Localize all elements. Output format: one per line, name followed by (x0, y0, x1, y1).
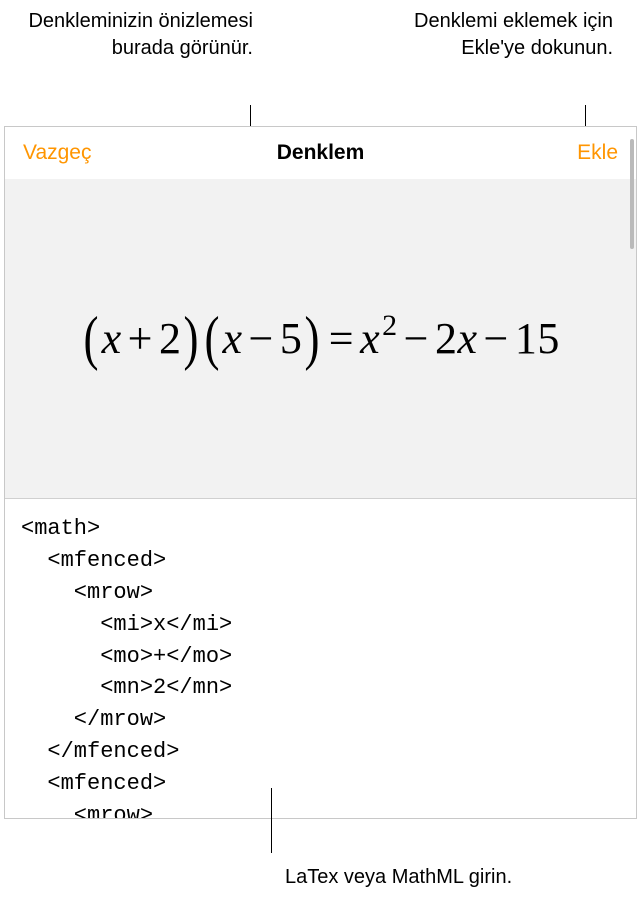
plus-op-1: + (128, 314, 153, 363)
right-paren-1: ) (184, 304, 199, 373)
var-x-2: x (222, 314, 242, 363)
callout-input: LaTex veya MathML girin. (285, 866, 512, 889)
insert-button[interactable]: Ekle (577, 141, 618, 165)
num-5: 5 (280, 314, 303, 363)
var-x-3: x (360, 314, 380, 363)
minus-op-2: − (404, 314, 429, 363)
callout-insert: Denklemi eklemek için Ekle'ye dokunun. (363, 8, 613, 62)
dialog-title: Denklem (277, 141, 365, 165)
equation-preview: (x+2)(x−5)=x2−2x−15 (81, 304, 560, 373)
coef-2: 2 (435, 314, 458, 363)
callout-line-input (271, 788, 272, 853)
equation-dialog: Vazgeç Denklem Ekle (x+2)(x−5)=x2−2x−15 … (4, 126, 637, 819)
var-x-1: x (102, 314, 122, 363)
dialog-header: Vazgeç Denklem Ekle (5, 127, 636, 179)
right-paren-2: ) (305, 304, 320, 373)
equals-op: = (329, 314, 354, 363)
cancel-button[interactable]: Vazgeç (23, 141, 92, 165)
left-paren-2: ( (205, 304, 220, 373)
var-x-4: x (457, 314, 477, 363)
equation-preview-area: (x+2)(x−5)=x2−2x−15 (5, 179, 636, 499)
minus-op-3: − (484, 314, 509, 363)
scrollbar-thumb[interactable] (630, 139, 634, 249)
callout-preview: Denkleminizin önizlemesi burada görünür. (18, 8, 253, 62)
num-15: 15 (515, 314, 560, 363)
left-paren-1: ( (84, 304, 99, 373)
exponent-2: 2 (382, 309, 398, 342)
minus-op-1: − (248, 314, 273, 363)
mathml-input[interactable]: <math> <mfenced> <mrow> <mi>x</mi> <mo>+… (5, 499, 636, 818)
num-2: 2 (159, 314, 182, 363)
